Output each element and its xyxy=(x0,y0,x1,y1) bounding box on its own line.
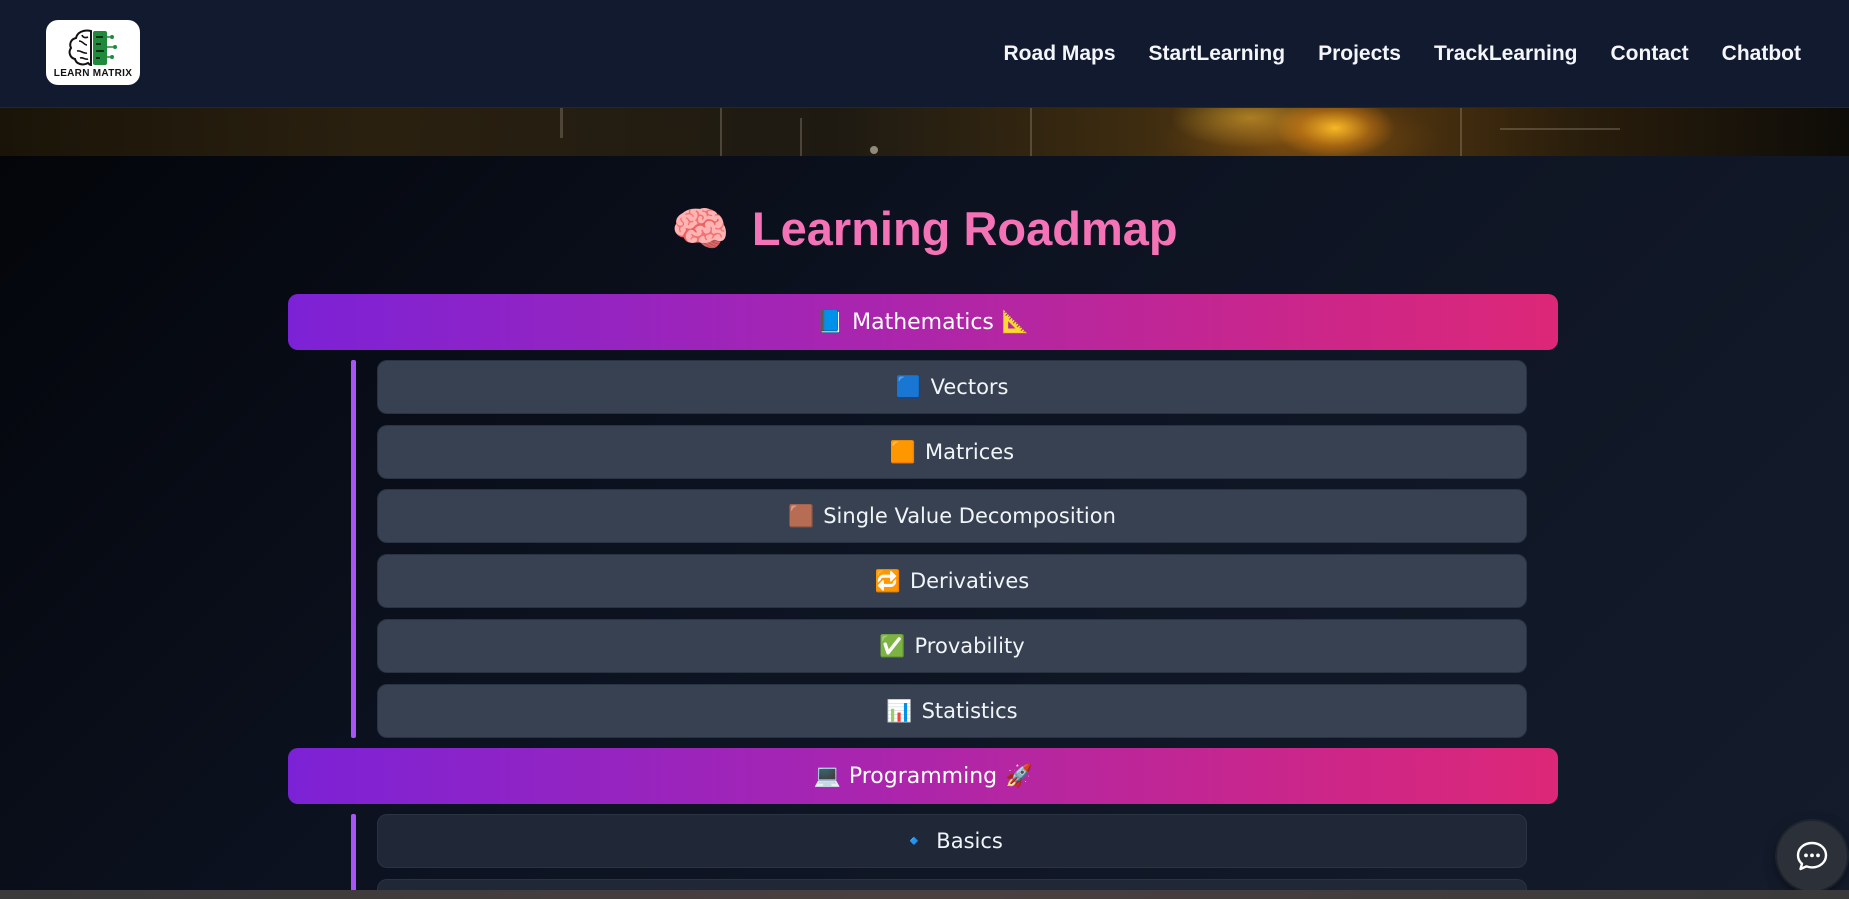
timeline-line xyxy=(351,360,356,738)
window-bottom-edge xyxy=(0,890,1849,899)
blue-diamond-icon: 🔹 xyxy=(901,828,928,853)
nav-start-learning[interactable]: StartLearning xyxy=(1149,42,1286,66)
topic-label: Derivatives xyxy=(909,569,1030,593)
chat-bubble-icon xyxy=(1796,841,1828,871)
brain-icon: 🧠 xyxy=(671,202,730,255)
category-programming[interactable]: 💻 Programming 🚀 xyxy=(288,748,1558,804)
top-navbar: LEARN MATRIX Road Maps StartLearning Pro… xyxy=(0,0,1849,108)
repeat-icon: 🔁 xyxy=(874,568,901,593)
topic-label: Vectors xyxy=(930,375,1009,399)
topic-label: Statistics xyxy=(921,699,1018,723)
main-nav: Road Maps StartLearning Projects TrackLe… xyxy=(1004,0,1801,108)
learn-matrix-logo[interactable]: LEARN MATRIX xyxy=(46,20,140,85)
timeline-line xyxy=(351,814,356,899)
blue-square-icon: 🟦 xyxy=(895,374,922,399)
bar-chart-icon: 📊 xyxy=(886,698,913,723)
brown-square-icon: 🟫 xyxy=(788,503,815,528)
category-label: Programming xyxy=(848,763,998,789)
topic-vectors[interactable]: 🟦 Vectors xyxy=(377,360,1527,414)
nav-projects[interactable]: Projects xyxy=(1318,42,1401,66)
topic-basics[interactable]: 🔹 Basics xyxy=(377,814,1527,868)
topic-single-value-decomposition[interactable]: 🟫 Single Value Decomposition xyxy=(377,489,1527,543)
nav-road-maps[interactable]: Road Maps xyxy=(1004,42,1116,66)
hero-banner-image xyxy=(0,108,1849,156)
topic-label: Single Value Decomposition xyxy=(823,504,1116,528)
rocket-icon: 🚀 xyxy=(1005,763,1033,789)
topic-label: Basics xyxy=(936,829,1003,853)
topic-label: Provability xyxy=(914,634,1025,658)
orange-square-icon: 🟧 xyxy=(889,439,917,464)
check-mark-icon: ✅ xyxy=(879,633,906,658)
page-title: 🧠 Learning Roadmap xyxy=(0,201,1849,257)
topic-matrices[interactable]: 🟧 Matrices xyxy=(377,425,1527,479)
brain-circuit-icon xyxy=(68,29,117,66)
chat-button[interactable] xyxy=(1777,821,1847,891)
topic-derivatives[interactable]: 🔁 Derivatives xyxy=(377,554,1527,608)
laptop-icon: 💻 xyxy=(813,763,841,789)
nav-contact[interactable]: Contact xyxy=(1611,42,1689,66)
nav-chatbot[interactable]: Chatbot xyxy=(1722,42,1801,66)
nav-track-learning[interactable]: TrackLearning xyxy=(1434,42,1578,66)
logo-text: LEARN MATRIX xyxy=(53,67,133,79)
roadmap-section: 🧠 Learning Roadmap 📘 Mathematics 📐 🟦 Vect… xyxy=(0,156,1849,899)
category-label: Mathematics xyxy=(852,309,994,335)
blue-book-icon: 📘 xyxy=(816,309,845,335)
topic-provability[interactable]: ✅ Provability xyxy=(377,619,1527,673)
triangular-ruler-icon: 📐 xyxy=(1001,309,1030,335)
page-title-text: Learning Roadmap xyxy=(751,202,1178,255)
topic-label: Matrices xyxy=(925,440,1015,464)
category-mathematics[interactable]: 📘 Mathematics 📐 xyxy=(288,294,1558,350)
topic-statistics[interactable]: 📊 Statistics xyxy=(377,684,1527,738)
